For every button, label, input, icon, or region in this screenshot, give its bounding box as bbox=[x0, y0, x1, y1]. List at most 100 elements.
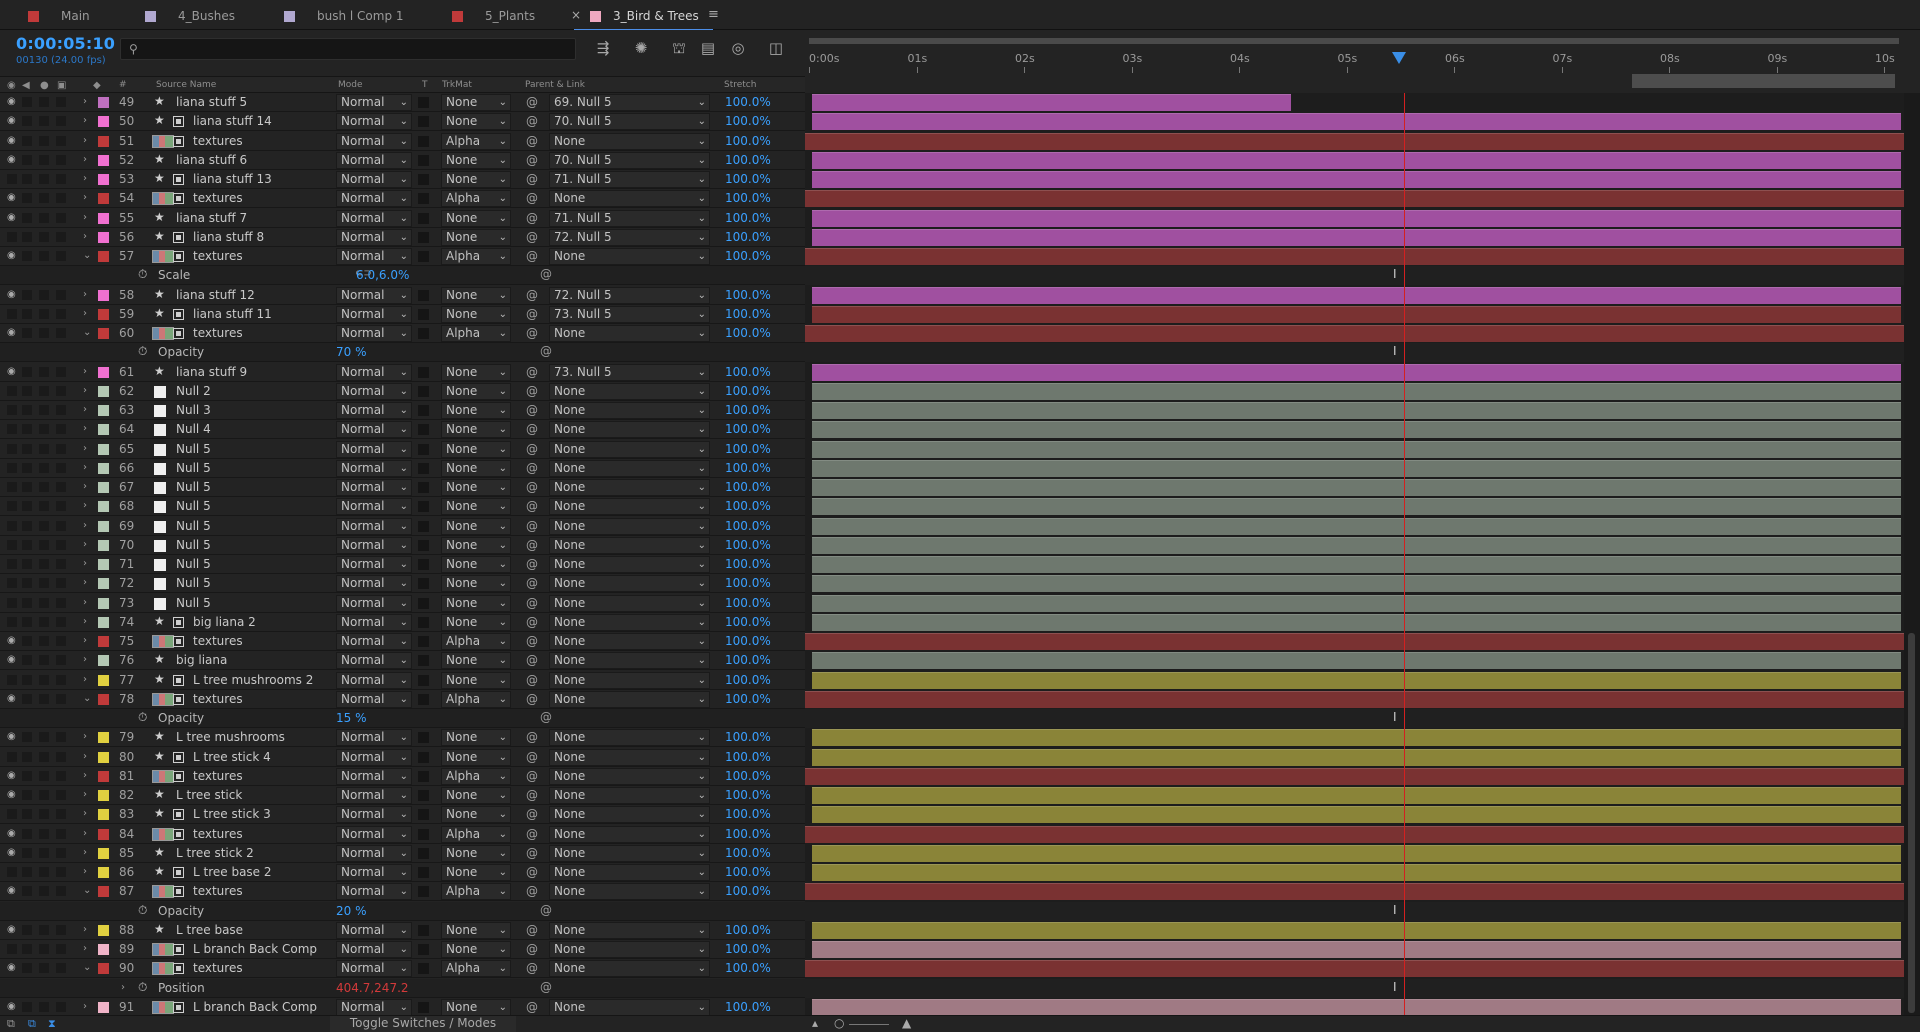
tab-3-bird-trees[interactable]: 3_Bird & Trees bbox=[574, 4, 713, 31]
layer-name[interactable]: big liana bbox=[176, 653, 227, 667]
label-color-swatch[interactable] bbox=[98, 693, 109, 705]
layer-duration-bar[interactable] bbox=[812, 921, 1901, 939]
preserve-transparency-toggle[interactable] bbox=[418, 385, 429, 397]
visibility-toggle[interactable] bbox=[7, 482, 17, 492]
layer-row[interactable]: › 68 Null 5 Normal ⌄ None ⌄ @ None ⌄ 100.0% bbox=[0, 497, 805, 517]
solo-toggle[interactable] bbox=[39, 809, 49, 820]
pick-whip-icon[interactable]: @ bbox=[526, 673, 538, 687]
stretch-value[interactable]: 100.0% bbox=[725, 923, 771, 937]
solo-toggle[interactable] bbox=[39, 867, 49, 877]
solo-toggle[interactable] bbox=[39, 963, 49, 974]
audio-toggle[interactable] bbox=[22, 674, 32, 685]
transfer-controls-icon[interactable]: ⧉ bbox=[28, 1017, 36, 1031]
lock-toggle-icon[interactable]: ▣ bbox=[57, 80, 66, 91]
solo-toggle[interactable] bbox=[39, 462, 49, 473]
visibility-eye-icon[interactable]: ◉ bbox=[7, 924, 16, 935]
stretch-value[interactable]: 100.0% bbox=[725, 519, 771, 533]
blend-mode-select[interactable]: Normal ⌄ bbox=[336, 729, 412, 747]
vertical-scrollbar[interactable] bbox=[1904, 93, 1920, 1015]
lock-toggle[interactable] bbox=[56, 424, 66, 435]
lock-toggle[interactable] bbox=[56, 674, 66, 685]
blend-mode-select[interactable]: Normal ⌄ bbox=[336, 248, 412, 265]
visibility-toggle[interactable] bbox=[7, 867, 17, 877]
stretch-value[interactable]: 100.0% bbox=[725, 442, 771, 456]
lock-toggle[interactable] bbox=[56, 847, 66, 858]
chevron-down-icon[interactable]: ⌄ bbox=[83, 885, 91, 896]
audio-toggle[interactable] bbox=[22, 135, 32, 146]
layer-row[interactable]: ◉ › 50 ★ liana stuff 14 Normal ⌄ None ⌄ @70. Null… bbox=[0, 112, 805, 132]
stopwatch-icon[interactable]: ⏱ bbox=[138, 267, 147, 282]
layer-row[interactable]: › 71 Null 5 Normal ⌄ None ⌄ @ None ⌄ 100.0% bbox=[0, 555, 805, 574]
layer-name[interactable]: big liana 2 bbox=[193, 615, 256, 629]
lock-toggle[interactable] bbox=[56, 116, 66, 127]
visibility-eye-icon[interactable]: ◉ bbox=[7, 327, 16, 338]
layer-row[interactable]: ◉ › 82 ★ L tree stick Normal ⌄ None ⌄ @ None ⌄ 100.0… bbox=[0, 786, 805, 805]
track-matte-select[interactable]: Alpha ⌄ bbox=[441, 825, 511, 843]
chevron-right-icon[interactable]: › bbox=[83, 231, 87, 242]
visibility-toggle[interactable] bbox=[7, 674, 17, 685]
layer-name[interactable]: Null 5 bbox=[176, 557, 211, 571]
track-matte-select[interactable]: None ⌄ bbox=[441, 113, 511, 131]
stretch-value[interactable]: 100.0% bbox=[725, 326, 771, 340]
label-color-swatch[interactable] bbox=[98, 212, 109, 224]
audio-toggle[interactable] bbox=[22, 328, 32, 338]
label-color-swatch[interactable] bbox=[98, 655, 109, 667]
preserve-transparency-toggle[interactable] bbox=[418, 443, 429, 455]
track-matte-select[interactable]: Alpha ⌄ bbox=[441, 190, 511, 208]
layer-row[interactable]: › 73 Null 5 Normal ⌄ None ⌄ @ None ⌄ 100.0% bbox=[0, 594, 805, 613]
expression-pick-whip-icon[interactable]: @ bbox=[540, 710, 552, 724]
chevron-right-icon[interactable]: › bbox=[83, 539, 87, 550]
layer-name[interactable]: L tree stick 4 bbox=[193, 750, 271, 764]
label-color-swatch[interactable] bbox=[98, 828, 109, 840]
pick-whip-icon[interactable]: @ bbox=[526, 519, 538, 533]
layer-duration-bar[interactable] bbox=[812, 575, 1901, 593]
current-time-indicator-line[interactable] bbox=[1404, 93, 1405, 1015]
stretch-value[interactable]: 100.0% bbox=[725, 846, 771, 860]
layer-row[interactable]: ◉ ⌄ 78 textures Normal ⌄ Alpha ⌄ @ None ⌄ 100.0% bbox=[0, 690, 805, 709]
stretch-value[interactable]: 100.0% bbox=[725, 634, 771, 648]
parent-select[interactable]: None ⌄ bbox=[549, 671, 710, 689]
audio-toggle[interactable] bbox=[22, 443, 32, 454]
pick-whip-icon[interactable]: @ bbox=[526, 172, 538, 186]
layer-row[interactable]: ◉ › 54 textures Normal ⌄ Alpha ⌄ @ None ⌄ 100.0% bbox=[0, 189, 805, 209]
layer-duration-bar[interactable] bbox=[812, 844, 1901, 862]
parent-select[interactable]: None ⌄ bbox=[549, 998, 710, 1015]
audio-toggle[interactable] bbox=[22, 385, 32, 396]
label-color-swatch[interactable] bbox=[98, 886, 109, 898]
stretch-value[interactable]: 100.0% bbox=[725, 788, 771, 802]
audio-toggle[interactable] bbox=[22, 366, 32, 377]
stretch-value[interactable]: 100.0% bbox=[725, 769, 771, 783]
pick-whip-icon[interactable]: @ bbox=[526, 807, 538, 821]
preserve-transparency-toggle[interactable] bbox=[418, 405, 429, 416]
blend-mode-select[interactable]: Normal ⌄ bbox=[336, 190, 412, 208]
work-area-bar[interactable] bbox=[1632, 74, 1895, 88]
audio-toggle[interactable] bbox=[22, 193, 32, 204]
solo-toggle[interactable] bbox=[39, 520, 49, 531]
layer-row[interactable]: ◉ ⌄ 57 textures Normal ⌄ Alpha ⌄ @ None ⌄ 100.0% bbox=[0, 247, 805, 266]
layer-row[interactable]: ◉ › 49 ★ liana stuff 5 Normal ⌄ None ⌄ @69. Null … bbox=[0, 93, 805, 112]
audio-toggle[interactable] bbox=[22, 405, 32, 415]
track-matte-select[interactable]: None ⌄ bbox=[441, 748, 511, 766]
lock-toggle[interactable] bbox=[56, 597, 66, 608]
chevron-right-icon[interactable]: › bbox=[83, 847, 87, 858]
column-stretch[interactable]: Stretch bbox=[724, 80, 756, 90]
stretch-value[interactable]: 100.0% bbox=[725, 95, 771, 109]
chevron-down-icon[interactable]: ⌄ bbox=[83, 250, 91, 261]
stretch-value[interactable]: 100.0% bbox=[725, 288, 771, 302]
track-matte-select[interactable]: None ⌄ bbox=[441, 151, 511, 169]
chevron-right-icon[interactable]: › bbox=[83, 866, 87, 877]
blend-mode-select[interactable]: Normal ⌄ bbox=[336, 633, 412, 650]
layer-duration-bar[interactable] bbox=[805, 883, 1904, 901]
parent-select[interactable]: 73. Null 5 ⌄ bbox=[549, 305, 710, 323]
layer-duration-bar[interactable] bbox=[812, 363, 1901, 381]
pick-whip-icon[interactable]: @ bbox=[526, 769, 538, 783]
layer-duration-bar[interactable] bbox=[805, 248, 1904, 265]
parent-select[interactable]: None ⌄ bbox=[549, 536, 710, 554]
pick-whip-icon[interactable]: @ bbox=[526, 480, 538, 494]
layer-name[interactable]: L tree stick bbox=[176, 788, 242, 802]
layer-name[interactable]: L tree stick 3 bbox=[193, 807, 271, 821]
audio-toggle[interactable] bbox=[22, 231, 32, 242]
audio-toggle[interactable] bbox=[22, 828, 32, 839]
render-time-icon[interactable]: ⧗ bbox=[48, 1017, 56, 1031]
blend-mode-select[interactable]: Normal ⌄ bbox=[336, 998, 412, 1015]
